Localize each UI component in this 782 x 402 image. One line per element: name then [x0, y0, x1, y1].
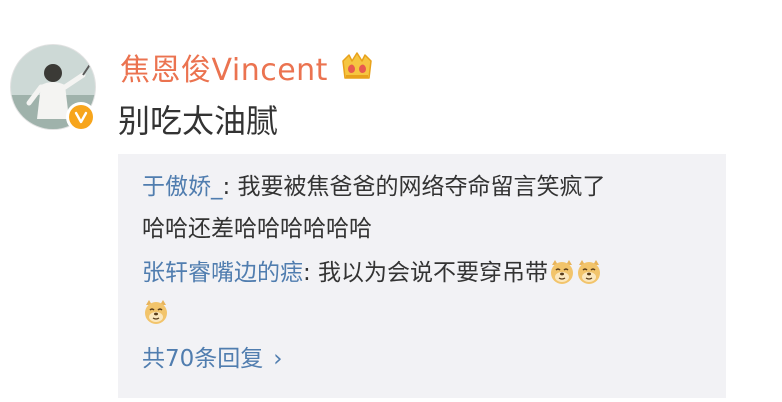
- doge-emoji-icon: [578, 260, 601, 284]
- chevron-right-icon: ›: [273, 346, 283, 372]
- view-all-replies-link[interactable]: 共70条回复 ›: [142, 340, 282, 378]
- doge-emoji-icon: [551, 260, 574, 284]
- reply-item-continuation: 哈哈还差哈哈哈哈哈哈: [142, 210, 372, 248]
- username-link[interactable]: 焦恩俊Vincent: [120, 45, 328, 89]
- post-text: 别吃太油腻: [118, 102, 279, 140]
- reply-item: 于傲娇_: 我要被焦爸爸的网络夺命留言笑疯了: [142, 168, 606, 206]
- reply-item: 张轩睿嘴边的痣: 我以为会说不要穿吊带: [142, 254, 602, 292]
- doge-emoji-icon: [145, 300, 167, 324]
- avatar-container[interactable]: [10, 44, 98, 132]
- vip-crown-icon[interactable]: [340, 51, 374, 83]
- reply-text: 我要被焦爸爸的网络夺命留言笑疯了: [230, 174, 606, 200]
- view-all-replies-label: 共70条回复: [142, 346, 264, 372]
- reply-item-continuation: [142, 294, 169, 332]
- reply-username[interactable]: 于傲娇_: [142, 174, 223, 200]
- post-header: 焦恩俊Vincent: [120, 46, 374, 88]
- reply-username[interactable]: 张轩睿嘴边的痣: [142, 260, 303, 286]
- replies-panel: 于傲娇_: 我要被焦爸爸的网络夺命留言笑疯了 哈哈还差哈哈哈哈哈哈 张轩睿嘴边的…: [118, 154, 726, 398]
- reply-text-line2: 哈哈还差哈哈哈哈哈哈: [142, 216, 372, 242]
- verified-badge-icon: [66, 102, 96, 132]
- reply-text: 我以为会说不要穿吊带: [310, 260, 549, 286]
- reply-separator: :: [303, 260, 311, 286]
